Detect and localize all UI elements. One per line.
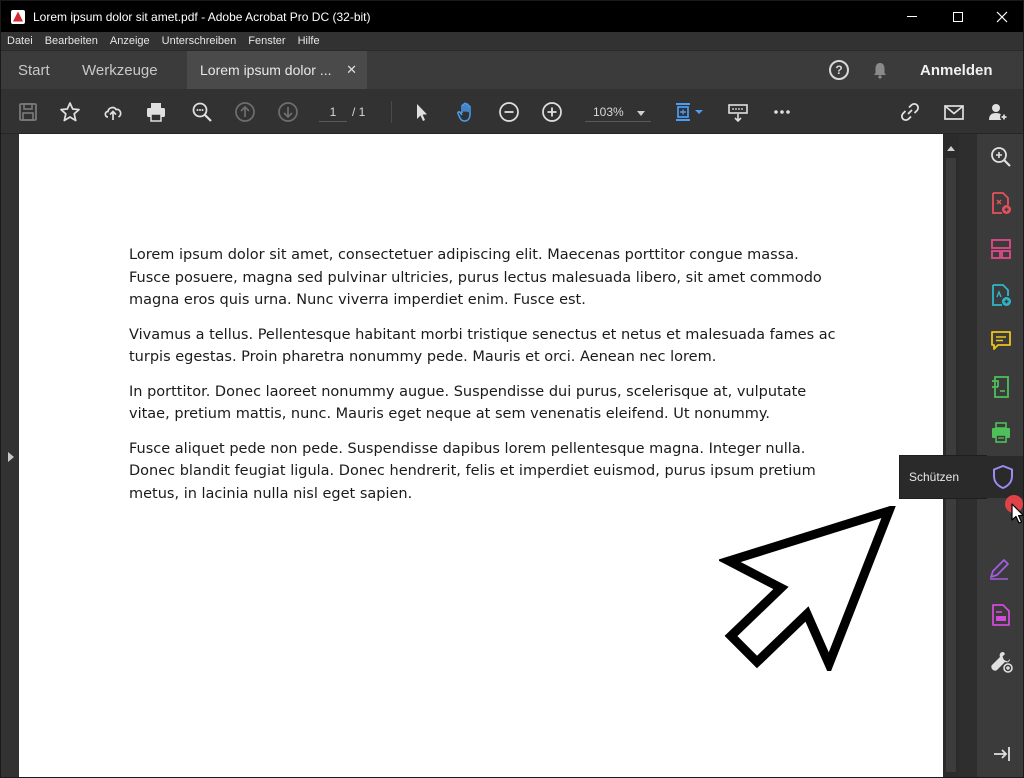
window-title: Lorem ipsum dolor sit amet.pdf - Adobe A… — [33, 9, 371, 24]
protect-tool-button[interactable] — [983, 456, 1023, 498]
comment-icon[interactable] — [989, 329, 1013, 353]
organize-pages-icon[interactable] — [989, 237, 1013, 261]
close-button[interactable] — [979, 1, 1023, 32]
annotation-arrow-icon — [719, 506, 896, 671]
tab-bar: Start Werkzeuge Lorem ipsum dolor ... ✕ … — [1, 51, 1023, 89]
document-page: Lorem ipsum dolor sit amet, consectetuer… — [19, 134, 943, 777]
left-navigation-pane — [1, 134, 19, 777]
tab-close-icon[interactable]: ✕ — [346, 62, 357, 78]
select-arrow-icon[interactable] — [409, 99, 435, 125]
scroll-up-icon[interactable] — [947, 146, 955, 151]
sign-in-button[interactable]: Anmelden — [920, 51, 993, 89]
zoom-level-value: 103% — [593, 105, 624, 119]
email-envelope-icon[interactable] — [941, 99, 967, 125]
tab-document[interactable]: Lorem ipsum dolor ... ✕ — [187, 51, 367, 89]
read-mode-icon[interactable] — [725, 99, 751, 125]
protect-tooltip: Schützen — [899, 455, 987, 499]
page-total: / 1 — [352, 105, 366, 119]
zoom-out-icon[interactable] — [496, 99, 522, 125]
zoom-level-dropdown[interactable]: 103% — [585, 102, 651, 122]
more-tools-icon[interactable] — [989, 649, 1013, 673]
menu-bar: Datei Bearbeiten Anzeige Unterschreiben … — [1, 32, 1023, 51]
menu-fenster[interactable]: Fenster — [248, 35, 285, 47]
maximize-button[interactable] — [935, 1, 981, 32]
create-pdf-icon[interactable] — [989, 283, 1013, 307]
main-toolbar: 1 / 1 103% — [1, 89, 1023, 134]
document-paragraph: Lorem ipsum dolor sit amet, consectetuer… — [129, 247, 822, 308]
add-user-icon[interactable] — [985, 99, 1011, 125]
zoom-in-icon[interactable] — [539, 99, 565, 125]
tab-start[interactable]: Start — [18, 51, 50, 89]
menu-anzeige[interactable]: Anzeige — [110, 35, 150, 47]
protect-icon — [993, 465, 1013, 489]
tab-tools[interactable]: Werkzeuge — [82, 51, 158, 89]
print-production-icon[interactable] — [989, 421, 1013, 445]
mouse-cursor-icon — [1011, 503, 1023, 524]
chevron-down-icon — [637, 111, 645, 116]
title-bar: Lorem ipsum dolor sit amet.pdf - Adobe A… — [1, 1, 1023, 32]
bookmark-star-icon[interactable] — [57, 99, 83, 125]
export-pdf-icon[interactable] — [989, 191, 1013, 215]
share-link-icon[interactable] — [897, 99, 923, 125]
print-icon[interactable] — [143, 99, 169, 125]
next-page-icon[interactable] — [275, 99, 301, 125]
watermark: Windows-FAQ — [29, 753, 189, 778]
menu-hilfe[interactable]: Hilfe — [298, 35, 320, 47]
document-paragraph: Vivamus a tellus. Pellentesque habitant … — [129, 326, 836, 366]
cloud-upload-icon[interactable] — [100, 99, 126, 125]
fill-sign-icon[interactable] — [989, 557, 1013, 581]
tab-document-label: Lorem ipsum dolor ... — [200, 62, 332, 78]
document-paragraph: In porttitor. Donec laoreet nonummy augu… — [129, 383, 807, 423]
document-text: Lorem ipsum dolor sit amet, consectetuer… — [129, 244, 839, 517]
acrobat-window: Lorem ipsum dolor sit amet.pdf - Adobe A… — [0, 0, 1024, 778]
help-icon[interactable]: ? — [829, 60, 849, 80]
forms-icon[interactable] — [989, 603, 1013, 627]
expand-left-pane-icon[interactable] — [8, 452, 14, 462]
minimize-icon — [907, 16, 917, 17]
zoom-tool-icon[interactable] — [989, 145, 1013, 169]
notifications-bell-icon[interactable] — [871, 61, 889, 79]
hand-tool-icon[interactable] — [453, 99, 479, 125]
more-options-icon[interactable] — [769, 99, 795, 125]
menu-datei[interactable]: Datei — [7, 35, 33, 47]
close-icon — [996, 11, 1008, 22]
page-fit-dropdown-icon[interactable] — [693, 99, 705, 125]
toolbar-divider — [391, 101, 392, 123]
page-number-input[interactable]: 1 — [319, 102, 347, 122]
compress-icon[interactable] — [989, 375, 1013, 399]
find-zoom-icon[interactable] — [189, 99, 215, 125]
document-paragraph: Fusce aliquet pede non pede. Suspendisse… — [129, 440, 816, 502]
previous-page-icon[interactable] — [232, 99, 258, 125]
acrobat-app-icon — [11, 9, 25, 24]
minimize-button[interactable] — [889, 1, 935, 32]
maximize-icon — [953, 11, 963, 22]
menu-bearbeiten[interactable]: Bearbeiten — [45, 35, 98, 47]
save-icon[interactable] — [15, 99, 41, 125]
menu-unterschreiben[interactable]: Unterschreiben — [162, 35, 237, 47]
collapse-pane-icon[interactable] — [989, 742, 1013, 766]
